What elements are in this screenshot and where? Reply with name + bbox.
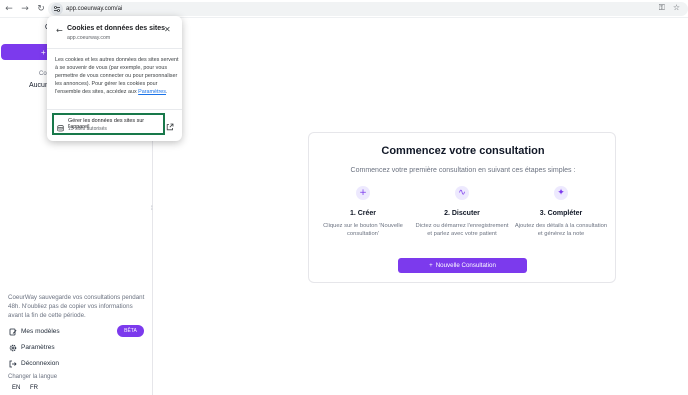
retention-notice: CoeurWay sauvegarde vos consultations pe…	[8, 294, 145, 319]
popup-title: Cookies et données des sites	[67, 25, 166, 32]
plus-icon: +	[429, 262, 433, 269]
close-icon[interactable]: ✕	[164, 25, 171, 34]
external-link-icon[interactable]	[166, 118, 174, 131]
logout-icon	[8, 359, 17, 368]
address-bar[interactable]: app.coeurway.com/ai ⚿ ☆	[48, 2, 688, 16]
language-label: Changer la langue	[8, 374, 58, 380]
plus-icon: +	[356, 186, 370, 200]
gear-icon	[8, 343, 17, 352]
sidebar-item-deconnexion[interactable]: Déconnexion	[8, 359, 59, 368]
divider	[47, 48, 182, 49]
site-settings-icon[interactable]	[51, 3, 63, 15]
document-edit-icon	[8, 327, 17, 336]
sidebar-item-mes-modeles[interactable]: Mes modèles	[8, 327, 60, 336]
step-title: 3. Compléter	[539, 210, 583, 217]
plus-icon: +	[41, 47, 46, 57]
step-title: 2. Discuter	[444, 210, 480, 217]
language-en-button[interactable]: EN	[12, 385, 20, 391]
cookies-site-data-popup: ← Cookies et données des sites app.coeur…	[47, 16, 182, 141]
popup-description: Les cookies et les autres données des si…	[55, 56, 180, 96]
welcome-card: Commencez votre consultation Commencez v…	[308, 132, 616, 283]
popup-description-end: .	[166, 89, 168, 95]
database-icon	[57, 119, 64, 132]
sparkle-icon: ✦	[554, 186, 568, 200]
back-arrow-icon[interactable]: ←	[56, 26, 63, 35]
sidebar-empty-text: Aucun	[29, 82, 49, 89]
step-title: 1. Créer	[349, 210, 377, 217]
sidebar-resize-handle[interactable]: ⁞	[151, 206, 153, 212]
step-description: Cliquez sur le bouton 'Nouvelle consulta…	[323, 223, 403, 237]
page-title: Commencez votre consultation	[381, 145, 545, 157]
sidebar-section-label: Co	[39, 71, 47, 77]
forward-icon[interactable]: →	[18, 2, 32, 16]
sidebar-item-label: Paramètres	[21, 344, 55, 351]
step-description: Dictez ou démarrez l'enregistrement et p…	[415, 223, 509, 237]
settings-link[interactable]: Paramètres	[138, 89, 166, 95]
step-complete: ✦ 3. Compléter Ajoutez des détails à la …	[513, 186, 609, 238]
sidebar-item-label: Mes modèles	[21, 328, 60, 335]
bookmark-star-icon[interactable]: ☆	[673, 3, 680, 13]
password-key-icon[interactable]: ⚿	[659, 3, 665, 13]
divider	[47, 109, 182, 110]
sidebar-item-label: Déconnexion	[21, 360, 59, 367]
beta-badge: BÊTA	[117, 325, 144, 337]
step-create: + 1. Créer Cliquez sur le bouton 'Nouvel…	[315, 186, 411, 238]
back-icon[interactable]: ←	[2, 2, 16, 16]
new-consultation-button[interactable]: + Nouvelle Consultation	[398, 258, 527, 273]
reload-icon[interactable]: ↻	[34, 2, 48, 16]
new-consultation-label: Nouvelle Consultation	[435, 262, 496, 269]
url-text[interactable]: app.coeurway.com/ai	[66, 6, 122, 12]
step-discuss: ∿ 2. Discuter Dictez ou démarrez l'enreg…	[414, 186, 510, 238]
popup-domain: app.coeurway.com	[67, 35, 111, 41]
manage-site-data-button[interactable]: Gérer les données des sites sur l'appare…	[52, 113, 165, 135]
manage-subtitle: 15 sites autorisés	[68, 126, 107, 132]
sidebar-item-parametres[interactable]: Paramètres	[8, 343, 55, 352]
language-fr-button[interactable]: FR	[30, 385, 38, 391]
step-description: Ajoutez des détails à la consultation et…	[514, 223, 608, 237]
audio-wave-icon: ∿	[455, 186, 469, 200]
page-subtitle: Commencez votre première consultation en…	[350, 167, 576, 174]
